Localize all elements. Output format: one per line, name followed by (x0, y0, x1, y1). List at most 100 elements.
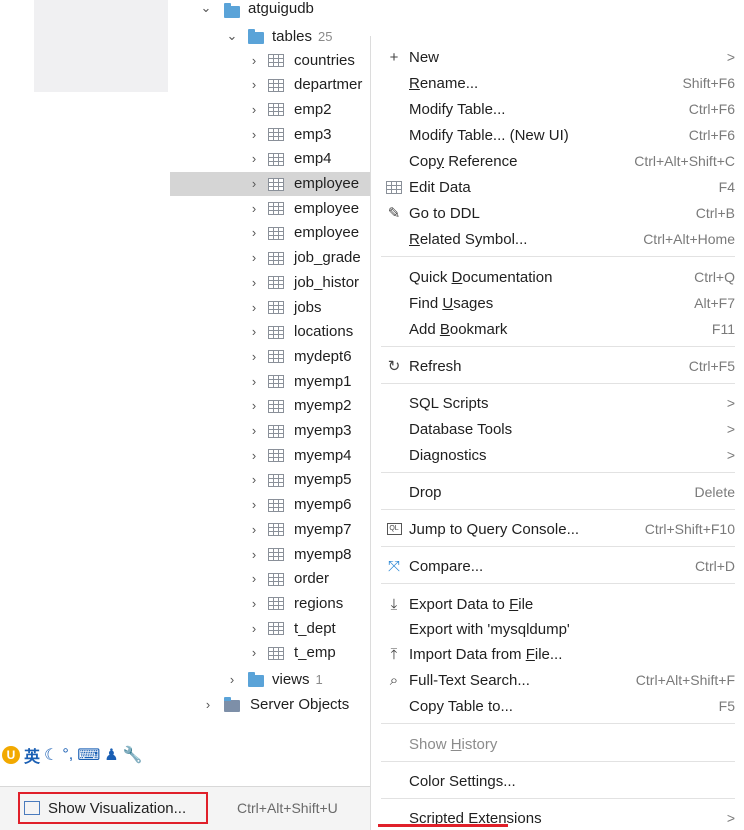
chevron-right-icon[interactable]: › (248, 517, 260, 541)
menu-item-full-text-search[interactable]: ⌕ Full-Text Search... Ctrl+Alt+Shift+F (371, 667, 744, 693)
tree-row-table[interactable]: › t_dept (170, 616, 380, 640)
chevron-right-icon[interactable]: › (248, 196, 260, 220)
table-icon (268, 375, 284, 389)
views-count: 1 (315, 671, 323, 687)
chevron-right-icon[interactable]: › (248, 567, 260, 591)
tree-row-table[interactable]: › departmer (170, 73, 380, 97)
tree-row-table[interactable]: › myemp4 (170, 443, 380, 467)
menu-item-import-data[interactable]: ⤒ Import Data from File... (371, 641, 744, 667)
menu-item-drop[interactable]: Drop Delete (371, 479, 744, 505)
ime-logo-icon[interactable]: U (2, 746, 20, 764)
chevron-right-icon[interactable]: › (248, 97, 260, 121)
menu-item-modify-table[interactable]: Modify Table... Ctrl+F6 (371, 96, 744, 122)
menu-item-go-to-ddl[interactable]: ✎ Go to DDL Ctrl+B (371, 200, 744, 226)
chevron-down-icon[interactable]: ⌄ (200, 0, 212, 20)
menu-item-rename[interactable]: Rename... Shift+F6 (371, 70, 744, 96)
chevron-down-icon[interactable]: ⌄ (226, 24, 238, 48)
chevron-right-icon[interactable]: › (248, 122, 260, 146)
punctuation-icon[interactable]: °, (62, 746, 73, 764)
tree-row-table[interactable]: › employee (170, 221, 380, 245)
chevron-right-icon[interactable]: › (248, 369, 260, 393)
chevron-right-icon[interactable]: › (248, 295, 260, 319)
tree-row-table[interactable]: › emp2 (170, 97, 380, 121)
chevron-right-icon[interactable]: › (248, 147, 260, 171)
tree-row-table[interactable]: › myemp6 (170, 493, 380, 517)
menu-item-copy-reference[interactable]: Copy Reference Ctrl+Alt+Shift+C (371, 148, 744, 174)
folder-icon (248, 29, 264, 44)
ime-language-toggle[interactable]: 英 (24, 743, 40, 767)
tree-row-table[interactable]: › job_histor (170, 270, 380, 294)
chevron-right-icon[interactable]: › (248, 172, 260, 196)
menu-item-copy-table[interactable]: Copy Table to... F5 (371, 693, 744, 719)
tree-row-tables[interactable]: ⌄ tables 25 (170, 24, 380, 48)
menu-item-edit-data[interactable]: Edit Data F4 (371, 174, 744, 200)
tree-label-table: employee (294, 224, 360, 242)
chevron-right-icon[interactable]: › (248, 419, 260, 443)
tree-row-table[interactable]: › myemp8 (170, 542, 380, 566)
menu-item-export-data[interactable]: ⤓ Export Data to File (371, 591, 744, 617)
chevron-right-icon[interactable]: › (202, 692, 214, 716)
tree-row-views[interactable]: › views 1 (170, 667, 380, 691)
chevron-right-icon[interactable]: › (248, 246, 260, 270)
chevron-right-icon[interactable]: › (248, 73, 260, 97)
tree-row-table[interactable]: › countries (170, 48, 380, 72)
tree-row-table[interactable]: › order (170, 567, 380, 591)
menu-item-modify-table-new-ui[interactable]: Modify Table... (New UI) Ctrl+F6 (371, 122, 744, 148)
chevron-right-icon[interactable]: › (248, 48, 260, 72)
chevron-right-icon[interactable]: › (248, 641, 260, 665)
tree-row-table[interactable]: › employee (170, 171, 380, 196)
moon-icon[interactable]: ☾ (44, 745, 58, 765)
table-icon (268, 498, 284, 512)
menu-item-new[interactable]: + New > (371, 44, 744, 70)
wrench-icon[interactable]: 🔧 (123, 745, 143, 765)
chevron-right-icon[interactable]: › (248, 270, 260, 294)
tree-row-table[interactable]: › job_grade (170, 246, 380, 270)
menu-item-diagnostics[interactable]: Diagnostics > (371, 442, 744, 468)
tree-row-table[interactable]: › myemp7 (170, 517, 380, 541)
chevron-right-icon[interactable]: › (248, 616, 260, 640)
menu-item-compare[interactable]: ⤧ Compare... Ctrl+D (371, 553, 744, 579)
chevron-right-icon[interactable]: › (248, 221, 260, 245)
chevron-right-icon[interactable]: › (248, 443, 260, 467)
tree-row-table[interactable]: › regions (170, 591, 380, 615)
diagram-icon (24, 801, 40, 815)
tree-row-database[interactable]: ⌄ atguigudb (170, 0, 380, 20)
keyboard-icon[interactable]: ⌨ (77, 745, 100, 765)
tree-label-table: myemp6 (294, 496, 352, 514)
menu-item-jump-to-query-console[interactable]: QL Jump to Query Console... Ctrl+Shift+F… (371, 516, 744, 542)
chevron-right-icon[interactable]: › (248, 591, 260, 615)
tree-row-table[interactable]: › myemp5 (170, 468, 380, 492)
tree-row-table[interactable]: › myemp3 (170, 419, 380, 443)
tree-row-table[interactable]: › locations (170, 320, 380, 344)
table-icon (268, 572, 284, 586)
user-icon[interactable]: ♟ (104, 745, 118, 765)
tree-row-table[interactable]: › employee (170, 196, 380, 220)
chevron-right-icon[interactable]: › (248, 394, 260, 418)
tree-row-table[interactable]: › myemp2 (170, 394, 380, 418)
chevron-right-icon[interactable]: › (248, 542, 260, 566)
menu-item-refresh[interactable]: ↻ Refresh Ctrl+F5 (371, 353, 744, 379)
menu-item-sql-scripts[interactable]: SQL Scripts > (371, 390, 744, 416)
tree-row-server-objects[interactable]: › Server Objects (170, 692, 380, 716)
menu-item-color-settings[interactable]: Color Settings... (371, 768, 744, 794)
chevron-right-icon[interactable]: › (248, 468, 260, 492)
tree-row-table[interactable]: › myemp1 (170, 369, 380, 393)
menu-item-database-tools[interactable]: Database Tools > (371, 416, 744, 442)
chevron-right-icon[interactable]: › (248, 320, 260, 344)
tree-row-table[interactable]: › emp4 (170, 147, 380, 171)
tree-row-table[interactable]: › mydept6 (170, 344, 380, 368)
show-visualization-item[interactable]: Show Visualization... (18, 792, 208, 824)
chevron-right-icon[interactable]: › (248, 344, 260, 368)
menu-item-quick-documentation[interactable]: Quick Documentation Ctrl+Q (371, 264, 744, 290)
menu-item-show-history[interactable]: Show History (371, 731, 744, 757)
menu-item-export-mysqldump[interactable]: Export with 'mysqldump' (371, 616, 744, 642)
tree-row-table[interactable]: › jobs (170, 295, 380, 319)
chevron-right-icon[interactable]: › (248, 493, 260, 517)
chevron-right-icon[interactable]: › (226, 667, 238, 691)
tree-row-table[interactable]: › emp3 (170, 122, 380, 146)
menu-item-find-usages[interactable]: Find Usages Alt+F7 (371, 290, 744, 316)
menu-item-related-symbol[interactable]: Related Symbol... Ctrl+Alt+Home (371, 226, 744, 252)
menu-item-add-bookmark[interactable]: Add Bookmark F11 (371, 316, 744, 342)
tree-row-table[interactable]: › t_emp (170, 641, 380, 665)
table-icon (268, 449, 284, 463)
